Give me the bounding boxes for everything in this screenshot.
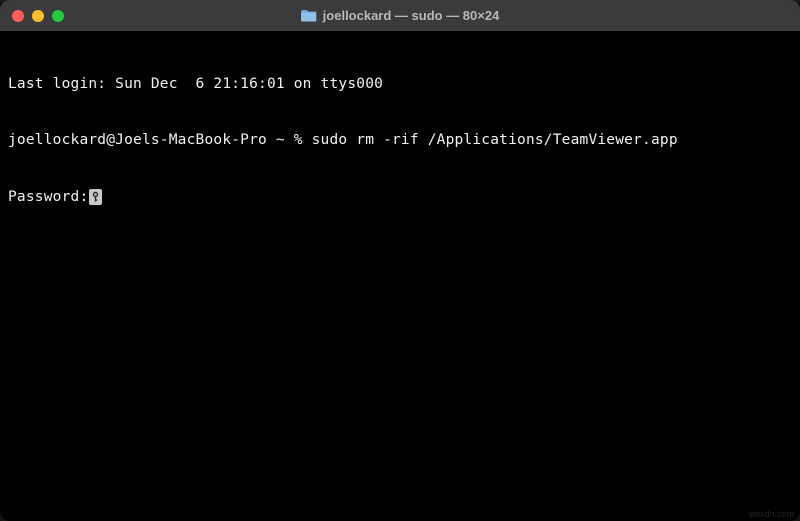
traffic-lights [12,10,64,22]
zoom-button[interactable] [52,10,64,22]
watermark: wsxdn.com [749,509,794,519]
close-button[interactable] [12,10,24,22]
terminal-window: joellockard — sudo — 80×24 Last login: S… [0,0,800,521]
minimize-button[interactable] [32,10,44,22]
prompt-text: joellockard@Joels-MacBook-Pro ~ % [8,132,312,148]
password-line: Password: [8,188,792,207]
command-text: sudo rm -rif /Applications/TeamViewer.ap… [312,132,678,148]
window-title-area: joellockard — sudo — 80×24 [301,8,500,23]
password-prompt: Password: [8,188,88,207]
key-icon [89,189,102,205]
terminal-body[interactable]: Last login: Sun Dec 6 21:16:01 on ttys00… [0,31,800,248]
command-line: joellockard@Joels-MacBook-Pro ~ % sudo r… [8,131,792,150]
window-title: joellockard — sudo — 80×24 [323,8,500,23]
last-login-line: Last login: Sun Dec 6 21:16:01 on ttys00… [8,75,792,94]
folder-icon [301,9,317,22]
titlebar: joellockard — sudo — 80×24 [0,0,800,31]
